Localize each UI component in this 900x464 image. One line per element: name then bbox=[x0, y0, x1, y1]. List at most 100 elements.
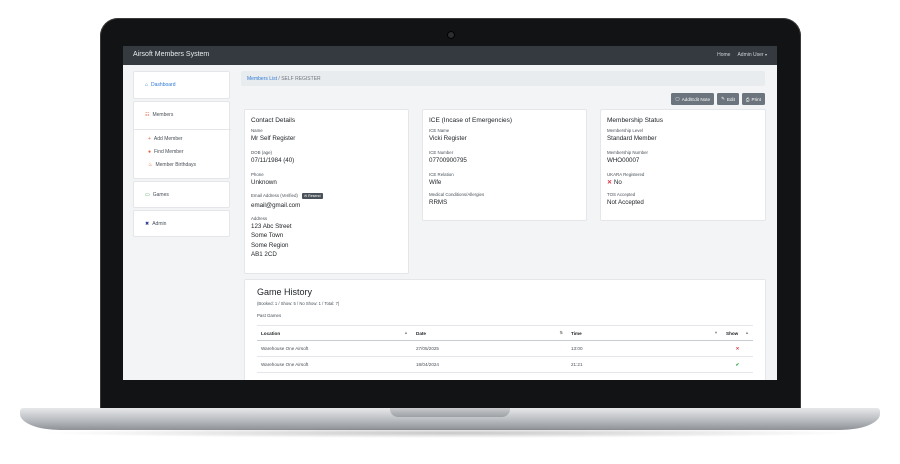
card-title: Contact Details bbox=[251, 117, 296, 124]
laptop-notch bbox=[390, 408, 510, 417]
sort-up-icon: ▲ bbox=[404, 330, 408, 335]
membership-level-label: Membership Level bbox=[607, 128, 643, 133]
email-label-row: Email Address (Verified) ✉ Resend bbox=[251, 193, 323, 199]
sidebar-item-dashboard[interactable]: ⌂ Dashboard bbox=[134, 82, 187, 88]
ukara-value-row: ✕ No bbox=[607, 178, 622, 187]
sidebar-item-find-member[interactable]: ● Find Member bbox=[134, 149, 194, 155]
sidebar: ⌂ Dashboard ☷ Members + Add Member ● Fin… bbox=[133, 71, 231, 237]
breadcrumb: Members List / SELF REGISTER bbox=[241, 71, 765, 86]
column-label: Time bbox=[571, 330, 582, 336]
name-label: Name bbox=[251, 128, 263, 133]
ukara-value: No bbox=[613, 179, 622, 186]
sidebar-item-add-member[interactable]: + Add Member bbox=[134, 136, 194, 142]
cell-show: ✕ bbox=[722, 340, 753, 357]
game-history-card: Game History (Booked: 1 / Show: 5 / No S… bbox=[244, 279, 766, 380]
sidebar-item-member-birthdays[interactable]: ♨ Member Birthdays bbox=[134, 162, 207, 168]
column-label: Date bbox=[416, 330, 426, 336]
address-line: Some Region bbox=[251, 241, 289, 249]
membership-level-value: Standard Member bbox=[607, 135, 657, 142]
nav-admin-user-dropdown[interactable]: Admin User ▾ bbox=[737, 52, 767, 58]
cell-location: Warehouse One Airsoft bbox=[257, 340, 412, 357]
game-history-summary: (Booked: 1 / Show: 5 / No Show: 1 / Tota… bbox=[257, 301, 340, 306]
medical-label: Medical Conditions/Allergies bbox=[429, 192, 485, 197]
column-header-date[interactable]: Date ⇅ bbox=[412, 325, 567, 341]
sidebar-item-members[interactable]: ☷ Members bbox=[134, 112, 184, 118]
game-history-table: Location ▲ Date ⇅ Time ▼ Show ▲ Warehouse On… bbox=[257, 325, 753, 373]
phone-label: Phone bbox=[251, 172, 264, 177]
resend-badge[interactable]: ✉ Resend bbox=[302, 193, 323, 199]
column-label: Location bbox=[261, 330, 281, 336]
badge-label: Resend bbox=[308, 194, 321, 198]
edit-button[interactable]: ✎ Edit bbox=[717, 93, 739, 105]
cross-icon: ✕ bbox=[735, 345, 740, 351]
dob-value: 07/11/1984 (40) bbox=[251, 157, 295, 164]
cell-time: 21:21 bbox=[567, 356, 722, 373]
nav-home-link[interactable]: Home bbox=[717, 52, 730, 58]
cell-date: 18/04/2024 bbox=[412, 356, 567, 373]
column-header-show[interactable]: Show ▲ bbox=[722, 325, 753, 341]
column-header-time[interactable]: Time ▼ bbox=[567, 325, 722, 341]
name-value: Mr Self Register bbox=[251, 135, 296, 142]
sidebar-card-dashboard: ⌂ Dashboard bbox=[133, 71, 230, 99]
cell-time: 13:00 bbox=[567, 340, 722, 357]
ice-relation-value: Wife bbox=[429, 179, 442, 186]
phone-value: Unknown bbox=[251, 179, 277, 186]
action-buttons: ▢ Add/Edit Note ✎ Edit ⎙ Print bbox=[671, 93, 765, 105]
plus-icon: + bbox=[148, 136, 151, 142]
table-row[interactable]: Warehouse One Airsoft 27/05/2025 13:00 ✕ bbox=[257, 340, 753, 357]
sidebar-item-games[interactable]: ▭ Games bbox=[134, 192, 180, 198]
screen: Airsoft Members System Home Admin User ▾… bbox=[123, 46, 777, 380]
ice-number-value: 07700900795 bbox=[429, 157, 467, 164]
members-icon: ☷ bbox=[145, 112, 150, 118]
print-icon: ⎙ bbox=[745, 96, 750, 102]
dob-label: DOB (age) bbox=[251, 150, 272, 155]
check-icon: ✔ bbox=[735, 361, 740, 367]
sidebar-card-members: ☷ Members + Add Member ● Find Member ♨ M… bbox=[133, 101, 231, 179]
edit-icon: ✎ bbox=[721, 96, 725, 101]
membership-status-card: Membership Status Membership Level Stand… bbox=[600, 109, 766, 221]
past-games-label: Past Games bbox=[257, 313, 282, 318]
ice-relation-label: ICE Relation bbox=[429, 172, 454, 177]
game-history-title: Game History bbox=[257, 287, 313, 297]
cell-date: 27/05/2025 bbox=[412, 340, 567, 357]
address-label: Address bbox=[251, 216, 268, 221]
column-header-location[interactable]: Location ▲ bbox=[257, 325, 412, 341]
sort-up-icon: ▲ bbox=[745, 330, 749, 335]
ice-card: ICE (Incase of Emergencies) ICE Name Vic… bbox=[422, 109, 587, 221]
contact-details-card: Contact Details Name Mr Self Register DO… bbox=[244, 109, 409, 274]
table-row[interactable]: Warehouse One Airsoft 18/04/2024 21:21 ✔ bbox=[257, 356, 753, 373]
user-icon: ● bbox=[148, 149, 152, 155]
address-line: 123 Abc Street bbox=[251, 223, 292, 230]
address-lines: 123 Abc Street Some Town Some Region AB1… bbox=[251, 222, 292, 260]
breadcrumb-members-list[interactable]: Members List bbox=[247, 76, 277, 82]
note-icon: ▢ bbox=[675, 96, 680, 101]
breadcrumb-current: SELF REGISTER bbox=[281, 76, 321, 82]
brand-title[interactable]: Airsoft Members System bbox=[133, 51, 209, 58]
cake-icon: ♨ bbox=[148, 162, 153, 168]
cell-location: Warehouse One Airsoft bbox=[257, 356, 412, 373]
address-line: Some Town bbox=[251, 232, 284, 240]
ice-name-label: ICE Name bbox=[429, 128, 450, 133]
nav-right: Home Admin User ▾ bbox=[717, 52, 767, 58]
webcam bbox=[447, 31, 455, 39]
table-header-row: Location ▲ Date ⇅ Time ▼ Show ▲ bbox=[257, 325, 753, 341]
sidebar-card-games: ▭ Games bbox=[133, 181, 230, 208]
sidebar-item-label: Dashboard bbox=[151, 82, 176, 88]
admin-icon: ✖ bbox=[145, 221, 150, 227]
breadcrumb-separator: / bbox=[278, 76, 280, 82]
add-edit-note-button[interactable]: ▢ Add/Edit Note bbox=[671, 93, 715, 105]
print-button[interactable]: ⎙ Print bbox=[741, 93, 765, 105]
medical-value: RRMS bbox=[429, 199, 448, 206]
card-title: ICE (Incase of Emergencies) bbox=[429, 117, 513, 124]
sort-icon: ⇅ bbox=[559, 330, 563, 335]
sidebar-item-admin[interactable]: ✖ Admin bbox=[134, 221, 177, 227]
ice-number-label: ICE Number bbox=[429, 150, 454, 155]
admin-user-label: Admin User bbox=[737, 52, 764, 58]
sidebar-item-label: Member Birthdays bbox=[155, 162, 197, 168]
top-navbar: Airsoft Members System Home Admin User ▾ bbox=[123, 46, 777, 65]
home-icon: ⌂ bbox=[145, 82, 149, 88]
email-label: Email Address (Verified) bbox=[251, 193, 298, 199]
sort-down-icon: ▼ bbox=[714, 330, 718, 335]
tos-label: TOS Accepted bbox=[607, 192, 636, 197]
cell-show: ✔ bbox=[722, 356, 753, 373]
